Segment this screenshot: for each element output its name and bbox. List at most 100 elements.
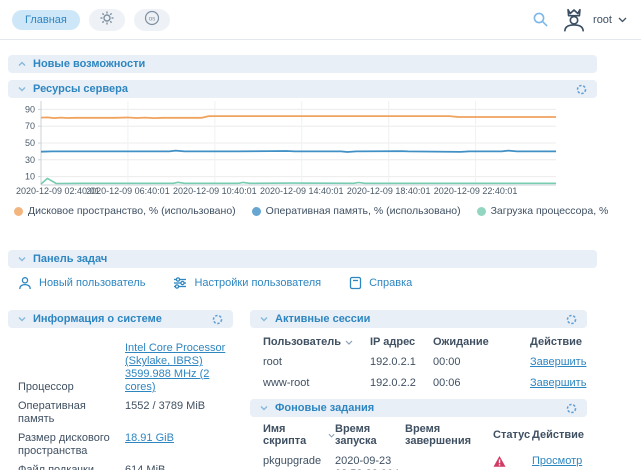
svg-text:2020-12-09 14:40:01: 2020-12-09 14:40:01 — [260, 186, 344, 195]
session-idle: 00:06 — [433, 377, 530, 390]
section-sessions[interactable]: Активные сессии — [250, 310, 587, 328]
new-user-link[interactable]: Новый пользователь — [18, 276, 145, 290]
legend-item: Загрузка процессора, % — [477, 205, 609, 217]
section-resources[interactable]: Ресурсы сервера — [8, 80, 597, 98]
warning-triangle-icon — [493, 455, 506, 470]
section-title: Ресурсы сервера — [33, 83, 128, 95]
refresh-icon[interactable] — [566, 314, 577, 325]
svg-text:50: 50 — [25, 138, 35, 148]
session-ip: 192.0.2.2 — [370, 377, 433, 390]
tab-home[interactable]: Главная — [12, 10, 80, 30]
sysinfo-value: 1552 / 3789 MiB — [125, 400, 233, 413]
sliders-icon — [173, 276, 187, 290]
sysinfo-row: Процессор Intel Core Processor (Skylake,… — [18, 342, 233, 394]
chart-legend: Дисковое пространство, % (использовано) О… — [14, 204, 641, 218]
legend-label: Оперативная память, % (использовано) — [266, 205, 461, 217]
chevron-down-icon — [260, 316, 268, 322]
crowned-user-avatar-icon — [561, 7, 587, 33]
resources-chart: 10305070902020-12-09 02:40:012020-12-09 … — [8, 98, 600, 195]
column-header-finished[interactable]: Время завершения — [405, 423, 493, 447]
sysinfo-value: 614 MiB — [125, 464, 233, 470]
column-header-started[interactable]: Время запуска — [335, 423, 405, 447]
section-title: Фоновые задания — [275, 402, 374, 414]
task-link-label: Новый пользователь — [39, 277, 145, 289]
section-title: Активные сессии — [275, 313, 370, 325]
legend-dot-icon — [477, 207, 486, 216]
section-jobs[interactable]: Фоновые задания — [250, 399, 587, 417]
os-circle-icon: os — [144, 10, 160, 29]
legend-item: Оперативная память, % (использовано) — [252, 205, 461, 217]
sysinfo-label: Файл подкачки (swap) — [18, 464, 125, 470]
taskbar-links: Новый пользователь Настройки пользовател… — [18, 275, 641, 291]
session-idle: 00:00 — [433, 356, 530, 369]
user-settings-link[interactable]: Настройки пользователя — [173, 276, 321, 290]
legend-label: Загрузка процессора, % — [491, 205, 609, 217]
username-label: root — [593, 14, 612, 26]
chevron-down-icon — [260, 405, 268, 411]
section-title: Информация о системе — [33, 313, 162, 325]
svg-text:2020-12-09 18:40:01: 2020-12-09 18:40:01 — [347, 186, 431, 195]
refresh-icon[interactable] — [212, 314, 223, 325]
legend-dot-icon — [252, 207, 261, 216]
sysinfo-label: Процессор — [18, 381, 125, 394]
column-header-ip[interactable]: IP адрес — [370, 336, 433, 348]
disk-size-link[interactable]: 18.91 GiB — [125, 432, 174, 444]
chevron-down-icon — [618, 17, 627, 23]
help-link[interactable]: Справка — [349, 276, 412, 290]
refresh-icon[interactable] — [576, 84, 587, 95]
os-button[interactable]: os — [134, 9, 170, 31]
column-header-status: Статус — [493, 423, 532, 447]
book-icon — [349, 276, 362, 290]
section-title: Новые возможности — [33, 58, 145, 70]
job-script: pkgupgrade — [263, 455, 335, 470]
settings-button[interactable] — [89, 9, 125, 31]
svg-text:os: os — [148, 16, 156, 23]
session-user: root — [263, 356, 370, 369]
sessions-header-row: Пользователь IP адрес Ожидание Действие — [250, 336, 587, 348]
section-sysinfo[interactable]: Информация о системе — [8, 310, 233, 328]
column-header-action: Действие — [530, 336, 587, 348]
session-row: root 192.0.2.1 00:00 Завершить — [250, 356, 587, 369]
svg-text:70: 70 — [25, 121, 35, 131]
chevron-down-icon — [18, 316, 26, 322]
task-link-label: Справка — [369, 277, 412, 289]
jobs-header-row: Имя скрипта Время запуска Время завершен… — [250, 423, 587, 447]
session-ip: 192.0.2.1 — [370, 356, 433, 369]
terminate-session-link[interactable]: Завершить — [530, 356, 586, 368]
column-header-user[interactable]: Пользователь — [263, 336, 370, 348]
svg-text:90: 90 — [25, 104, 35, 114]
column-header-idle[interactable]: Ожидание — [433, 336, 530, 348]
sysinfo-label: Размер дискового пространства — [18, 432, 125, 458]
section-taskbar[interactable]: Панель задач — [8, 250, 597, 268]
job-started: 2020-09-23 02:53:23.004 — [335, 455, 405, 470]
svg-text:2020-12-09 22:40:01: 2020-12-09 22:40:01 — [434, 186, 518, 195]
user-icon — [18, 276, 32, 290]
view-job-link[interactable]: Просмотр — [532, 455, 582, 467]
refresh-icon[interactable] — [566, 403, 577, 414]
user-menu[interactable]: root — [561, 7, 627, 33]
chevron-down-icon — [18, 256, 26, 262]
legend-label: Дисковое пространство, % (использовано) — [28, 205, 236, 217]
legend-dot-icon — [14, 207, 23, 216]
chevron-up-icon — [18, 61, 26, 67]
terminate-session-link[interactable]: Завершить — [530, 377, 586, 389]
cpu-link[interactable]: Intel Core Processor (Skylake, IBRS) 359… — [125, 342, 225, 393]
svg-text:10: 10 — [25, 172, 35, 182]
sysinfo-row: Размер дискового пространства 18.91 GiB — [18, 432, 233, 458]
svg-text:30: 30 — [25, 155, 35, 165]
section-whats-new[interactable]: Новые возможности — [8, 55, 597, 73]
top-bar: Главная os — [0, 0, 641, 40]
session-row: www-root 192.0.2.2 00:06 Завершить — [250, 377, 587, 390]
svg-text:2020-12-09 06:40:01: 2020-12-09 06:40:01 — [86, 186, 170, 195]
gear-icon — [100, 11, 114, 28]
legend-item: Дисковое пространство, % (использовано) — [14, 205, 236, 217]
chevron-down-icon — [18, 86, 26, 92]
sysinfo-label: Оперативная память — [18, 400, 125, 426]
svg-text:2020-12-09 10:40:01: 2020-12-09 10:40:01 — [173, 186, 257, 195]
column-header-script[interactable]: Имя скрипта — [263, 423, 335, 447]
sysinfo-row: Файл подкачки (swap) 614 MiB — [18, 464, 233, 470]
task-link-label: Настройки пользователя — [194, 277, 321, 289]
job-finished — [405, 455, 493, 470]
job-row: pkgupgrade 2020-09-23 02:53:23.004 Просм… — [250, 455, 587, 470]
search-icon[interactable] — [532, 11, 549, 28]
